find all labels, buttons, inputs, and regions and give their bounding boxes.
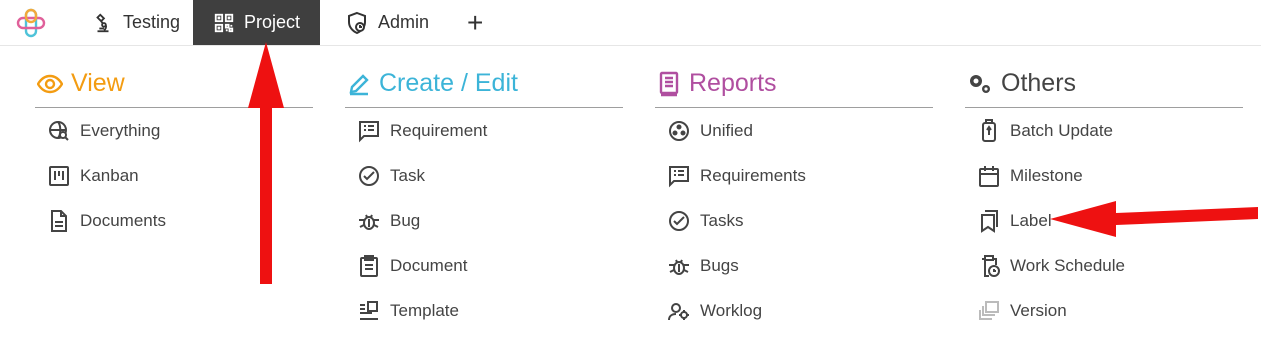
- calendar-icon: [979, 165, 999, 187]
- document-icon: [51, 209, 67, 232]
- menu-item-label-text: Label: [1010, 210, 1052, 230]
- menu-item-requirements[interactable]: Requirements: [655, 153, 933, 198]
- list-box-icon: [359, 120, 379, 142]
- tab-admin[interactable]: Admin: [335, 0, 439, 45]
- menu-item-bugs[interactable]: Bugs: [655, 243, 933, 288]
- check-circle-icon: [359, 165, 379, 186]
- menu-item-tasks[interactable]: Tasks: [655, 198, 933, 243]
- column-create-edit-title: Create / Edit: [379, 69, 518, 97]
- menu-item-everything[interactable]: Everything: [35, 108, 313, 153]
- tab-project-label: Project: [244, 12, 301, 32]
- bug-icon: [669, 259, 689, 275]
- menu-item-unified[interactable]: Unified: [655, 108, 933, 153]
- menu-item-template[interactable]: Template: [345, 288, 623, 333]
- column-view-title: View: [71, 69, 125, 97]
- notebook-icon: [659, 71, 679, 96]
- menu-item-bug[interactable]: Bug: [345, 198, 623, 243]
- battery-icon: [982, 118, 996, 142]
- bug-icon: [359, 214, 379, 230]
- menu-item-label: Work Schedule: [1010, 255, 1125, 275]
- menu-item-label: Version: [1010, 300, 1067, 320]
- menu-item-label: Requirement: [390, 120, 488, 140]
- menu-item-batch-update[interactable]: Batch Update: [965, 108, 1243, 153]
- app-logo[interactable]: [14, 7, 48, 39]
- column-create-edit-heading: Create / Edit: [345, 60, 623, 108]
- column-others-title: Others: [1001, 69, 1077, 97]
- tab-admin-label: Admin: [378, 12, 430, 32]
- shield-user-icon: [348, 11, 366, 34]
- column-view-heading: View: [35, 60, 313, 108]
- user-gear-icon: [668, 302, 689, 320]
- column-create-edit: Create / Edit Requirement Task Bug Docum…: [345, 60, 623, 333]
- menu-item-worklog[interactable]: Worklog: [655, 288, 933, 333]
- pencil-icon: [349, 73, 369, 95]
- menu-item-label: Batch Update: [1010, 120, 1114, 140]
- menu-item-label: Unified: [700, 120, 753, 140]
- menu-item-label[interactable]: Label: [965, 198, 1243, 243]
- menu-item-label: Tasks: [700, 210, 744, 230]
- menu-item-work-schedule[interactable]: Work Schedule: [965, 243, 1243, 288]
- template-icon: [360, 300, 378, 320]
- menu-item-label: Milestone: [1010, 165, 1083, 185]
- menu-item-kanban[interactable]: Kanban: [35, 153, 313, 198]
- stack-icon: [979, 300, 999, 320]
- column-reports-title: Reports: [689, 69, 777, 97]
- menu-item-label: Documents: [80, 210, 166, 230]
- plus-icon: +: [467, 6, 484, 38]
- clipboard-icon: [360, 254, 378, 277]
- kanban-icon: [49, 165, 69, 186]
- list-box-icon: [669, 165, 689, 187]
- menu-item-task[interactable]: Task: [345, 153, 623, 198]
- menu-item-label: Requirements: [700, 165, 806, 185]
- column-others-heading: Others: [965, 60, 1243, 108]
- menu-item-document[interactable]: Document: [345, 243, 623, 288]
- column-reports: Reports Unified Requirements Tasks Bugs …: [655, 60, 933, 333]
- menu-item-label: Bugs: [700, 255, 739, 275]
- menu-item-label: Bug: [390, 210, 421, 230]
- add-tab-button[interactable]: +: [455, 0, 495, 45]
- menu-item-label: Document: [390, 255, 468, 275]
- circle-dots-icon: [669, 120, 689, 141]
- gears-icon: [970, 74, 990, 93]
- qr-code-icon: [214, 13, 234, 32]
- menu-item-milestone[interactable]: Milestone: [965, 153, 1243, 198]
- column-others: Others Batch Update Milestone Label Work…: [965, 60, 1243, 333]
- microscope-icon: [96, 12, 109, 32]
- menu-item-documents[interactable]: Documents: [35, 198, 313, 243]
- eye-icon: [37, 74, 63, 93]
- check-circle-icon: [669, 210, 689, 231]
- column-reports-heading: Reports: [655, 60, 933, 108]
- tab-testing-label: Testing: [123, 12, 181, 32]
- tab-project[interactable]: Project: [193, 0, 320, 45]
- bookmarks-icon: [981, 209, 998, 233]
- clipboard-clock-icon: [982, 254, 1000, 277]
- menu-item-label: Template: [390, 300, 459, 320]
- menu-item-requirement[interactable]: Requirement: [345, 108, 623, 153]
- globe-search-icon: [49, 120, 69, 141]
- menu-item-label: Everything: [80, 120, 161, 140]
- menu-item-label: Kanban: [80, 165, 139, 185]
- tab-testing[interactable]: Testing: [82, 0, 190, 45]
- menu-item-label: Worklog: [700, 300, 763, 320]
- column-view: View Everything Kanban Documents: [35, 60, 313, 243]
- menu-item-label: Task: [390, 165, 425, 185]
- top-nav-bar: Testing Project Admin +: [0, 0, 1261, 46]
- menu-item-version[interactable]: Version: [965, 288, 1243, 333]
